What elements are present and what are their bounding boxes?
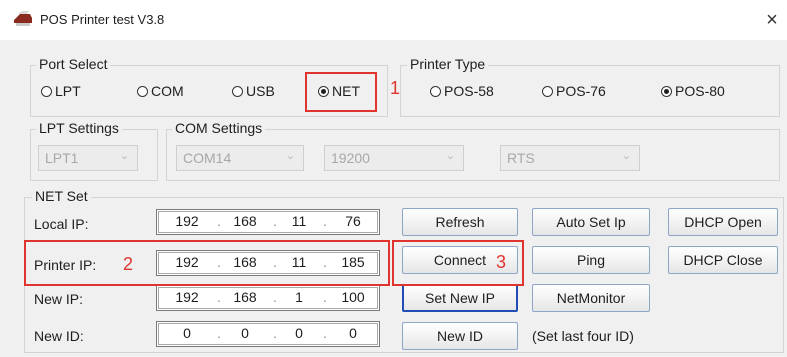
ip-separator: . [217,254,221,270]
ip-octet[interactable]: 168 [227,289,263,305]
refresh-button[interactable]: Refresh [402,208,518,236]
set-last-four-id-hint: (Set last four ID) [532,328,634,344]
new-id-field[interactable]: 0 . 0 . 0 . 0 [156,321,380,347]
ip-octet[interactable]: 11 [281,213,317,229]
new-id-label: New ID: [34,328,84,344]
printer-ip-field[interactable]: 192 . 168 . 11 . 185 [156,250,380,276]
window-title: POS Printer test V3.8 [40,12,165,27]
annotation-number-3: 3 [496,252,507,272]
ip-octet[interactable]: 1 [281,289,317,305]
radio-lpt-indicator [41,85,52,97]
baud-rate-select[interactable]: 19200 ⌄ [324,145,464,171]
com-settings-legend: COM Settings [172,120,266,136]
ip-octet[interactable]: 11 [281,254,317,270]
ip-separator: . [273,289,277,305]
radio-usb[interactable]: USB [232,83,275,99]
radio-usb-indicator [232,85,243,97]
chevron-down-icon: ⌄ [621,150,631,162]
local-ip-label: Local IP: [34,216,89,232]
ip-separator: . [273,254,277,270]
auto-set-ip-button[interactable]: Auto Set Ip [532,208,650,236]
radio-net[interactable]: NET [318,83,360,99]
ip-octet[interactable]: 168 [227,213,263,229]
ip-octet[interactable]: 0 [335,325,371,341]
chevron-down-icon: ⌄ [285,150,295,162]
chevron-down-icon: ⌄ [445,150,455,162]
ip-octet[interactable]: 76 [335,213,371,229]
radio-pos-58-indicator [430,85,441,97]
radio-pos-80[interactable]: POS-80 [661,83,725,99]
lpt-port-value: LPT1 [45,150,79,166]
radio-pos-80-indicator [661,85,672,97]
ip-separator: . [323,325,327,341]
radio-pos-76-label: POS-76 [556,83,606,99]
ip-separator: . [217,289,221,305]
ip-separator: . [323,254,327,270]
printer-type-legend: Printer Type [407,56,489,72]
ip-octet[interactable]: 192 [169,213,205,229]
radio-pos-76-indicator [542,85,553,97]
printer-ip-label: Printer IP: [34,257,97,273]
net-set-legend: NET Set [32,188,91,204]
ping-button[interactable]: Ping [532,246,650,274]
new-id-button[interactable]: New ID [402,322,518,350]
com-port-value: COM14 [183,150,232,166]
ip-octet[interactable]: 168 [227,254,263,270]
new-ip-label: New IP: [34,291,84,307]
printer-icon [12,11,34,27]
radio-lpt[interactable]: LPT [41,83,81,99]
local-ip-field[interactable]: 192 . 168 . 11 . 76 [156,209,380,235]
port-select-legend: Port Select [36,56,111,72]
set-new-ip-button[interactable]: Set New IP [402,284,518,312]
close-icon[interactable]: × [760,8,784,32]
ip-octet[interactable]: 100 [335,289,371,305]
radio-com[interactable]: COM [137,83,184,99]
radio-com-indicator [137,85,148,97]
radio-lpt-label: LPT [55,83,81,99]
ip-separator: . [273,213,277,229]
radio-pos-58[interactable]: POS-58 [430,83,494,99]
radio-net-indicator [318,85,329,97]
lpt-port-select[interactable]: LPT1 ⌄ [38,145,138,171]
annotation-number-1: 1 [390,78,401,98]
ip-octet[interactable]: 192 [169,254,205,270]
radio-pos-76[interactable]: POS-76 [542,83,606,99]
ip-separator: . [323,213,327,229]
radio-net-label: NET [332,83,360,99]
radio-com-label: COM [151,83,184,99]
lpt-settings-legend: LPT Settings [36,120,122,136]
radio-pos-58-label: POS-58 [444,83,494,99]
annotation-number-2: 2 [123,254,134,274]
ip-separator: . [273,325,277,341]
radio-pos-80-label: POS-80 [675,83,725,99]
radio-usb-label: USB [246,83,275,99]
new-ip-field[interactable]: 192 . 168 . 1 . 100 [156,285,380,311]
ip-octet[interactable]: 185 [335,254,371,270]
chevron-down-icon: ⌄ [119,150,129,162]
ip-separator: . [323,289,327,305]
net-monitor-button[interactable]: NetMonitor [532,284,650,312]
dhcp-open-button[interactable]: DHCP Open [668,208,778,236]
ip-separator: . [217,213,221,229]
ip-octet[interactable]: 192 [169,289,205,305]
flow-control-value: RTS [507,150,535,166]
flow-control-select[interactable]: RTS ⌄ [500,145,640,171]
com-port-select[interactable]: COM14 ⌄ [176,145,304,171]
ip-octet[interactable]: 0 [169,325,205,341]
ip-octet[interactable]: 0 [227,325,263,341]
ip-separator: . [217,325,221,341]
baud-rate-value: 19200 [331,150,370,166]
dhcp-close-button[interactable]: DHCP Close [668,246,778,274]
ip-octet[interactable]: 0 [281,325,317,341]
